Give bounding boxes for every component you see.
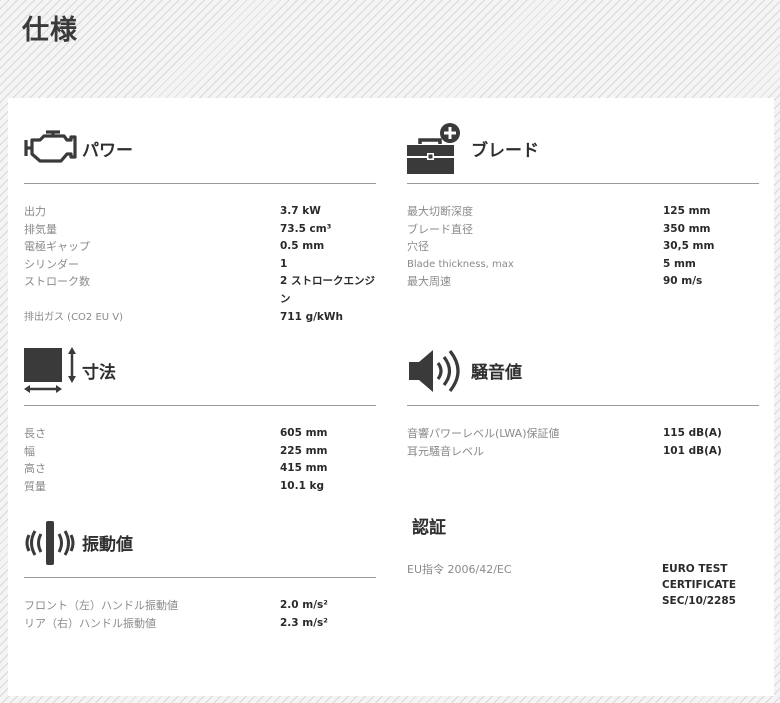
speaker-icon (407, 346, 463, 396)
spec-label: ストローク数 (24, 275, 90, 289)
divider (24, 183, 376, 184)
spec-value: 90 m/s (663, 275, 703, 288)
spec-value: 350 mm (663, 222, 711, 235)
section-blade: ブレード 最大切断深度 125 mm ブレード直径 350 mm 穴径 30,5 mm… (407, 122, 759, 291)
spec-value: 10.1 kg (280, 479, 325, 492)
toolbox-plus-icon (407, 122, 465, 176)
spec-label: リア（右）ハンドル振動値 (24, 616, 156, 630)
spec-label: 排出ガス (CO2 EU V) (24, 311, 124, 323)
spec-value: 225 mm (280, 444, 328, 457)
spec-label: 排気量 (24, 222, 57, 236)
section-header: 振動値 (24, 520, 376, 572)
spec-row: 質量 10.1 kg (24, 478, 376, 496)
spec-list: 音響パワーレベル(LWA)保証値 115 dB(A) 耳元騒音レベル 101 dB(… (407, 425, 759, 460)
spec-label: Blade thickness, max (407, 258, 514, 270)
spec-list: 出力 3.7 kW 排気量 73.5 cm³ 電極ギャップ 0.5 mm シリンダー 1… (24, 203, 376, 326)
spec-value: 5 mm (663, 257, 696, 270)
section-title: パワー (82, 141, 133, 161)
spec-value: 2 ストロークエンジン (280, 275, 375, 305)
spec-list: 長さ 605 mm 幅 225 mm 高さ 415 mm 質量 10.1 kg (24, 425, 376, 495)
spec-value: 125 mm (663, 205, 711, 217)
certification-title: 認証 (412, 518, 446, 538)
spec-row: 長さ 605 mm (24, 425, 376, 443)
section-dimensions: 寸法 長さ 605 mm 幅 225 mm 高さ 415 mm 質量 10.1 kg (24, 346, 376, 495)
spec-label: 穴径 (407, 240, 429, 254)
spec-value: 415 mm (280, 462, 328, 475)
page-title: 仕様 (22, 15, 78, 46)
spec-label: 出力 (24, 205, 46, 218)
spec-value: 73.5 cm³ (280, 222, 332, 235)
spec-list: 最大切断深度 125 mm ブレード直径 350 mm 穴径 30,5 mm Blad… (407, 203, 759, 291)
spec-list: フロント（左）ハンドル振動値 2.0 m/s² リア（右）ハンドル振動値 2.3 m… (24, 597, 376, 632)
section-header: ブレード (407, 122, 759, 178)
spec-row: 最大切断深度 125 mm (407, 203, 759, 221)
spec-row: ブレード直径 350 mm (407, 221, 759, 239)
spec-row: 音響パワーレベル(LWA)保証値 115 dB(A) (407, 425, 759, 443)
spec-value: 101 dB(A) (663, 444, 722, 457)
spec-row: リア（右）ハンドル振動値 2.3 m/s² (24, 615, 376, 633)
spec-label: 耳元騒音レベル (407, 444, 484, 458)
section-title: 寸法 (82, 363, 116, 383)
spec-label: 最大周速 (407, 275, 451, 289)
spec-value: 115 dB(A) (663, 427, 722, 439)
spec-label: ブレード直径 (407, 222, 473, 236)
spec-label: シリンダー (24, 257, 79, 271)
dimensions-icon (24, 346, 80, 398)
spec-row: 電極ギャップ 0.5 mm (24, 238, 376, 256)
spec-label: 長さ (24, 427, 46, 440)
spec-row: 排気量 73.5 cm³ (24, 221, 376, 239)
spec-row: 幅 225 mm (24, 443, 376, 461)
spec-label: EU指令 2006/42/EC (407, 563, 512, 576)
spec-label: 音響パワーレベル(LWA)保証値 (407, 427, 560, 440)
vibration-icon (24, 520, 80, 566)
spec-row: シリンダー 1 (24, 256, 376, 274)
spec-row: 耳元騒音レベル 101 dB(A) (407, 443, 759, 461)
spec-value: 3.7 kW (280, 205, 321, 217)
certification-row: EU指令 2006/42/EC EURO TEST CERTIFICATE SE… (407, 561, 742, 609)
section-noise: 騒音値 音響パワーレベル(LWA)保証値 115 dB(A) 耳元騒音レベル 101… (407, 346, 759, 460)
spec-row: ストローク数 2 ストロークエンジン (24, 273, 376, 308)
spec-label: 幅 (24, 444, 35, 458)
section-title: ブレード (471, 141, 539, 161)
spec-value: EURO TEST CERTIFICATE SEC/10/2285 (662, 563, 736, 607)
engine-icon (24, 126, 78, 168)
spec-row: 出力 3.7 kW (24, 203, 376, 221)
spec-value: 2.3 m/s² (280, 616, 328, 629)
divider (407, 183, 759, 184)
spec-value: 711 g/kWh (280, 310, 343, 323)
section-header: 寸法 (24, 346, 376, 400)
spec-label: 最大切断深度 (407, 205, 473, 218)
spec-row: 最大周速 90 m/s (407, 273, 759, 291)
spec-row: 穴径 30,5 mm (407, 238, 759, 256)
divider (24, 405, 376, 406)
spec-value: 1 (280, 257, 288, 270)
section-header: 騒音値 (407, 346, 759, 400)
section-vibration: 振動値 フロント（左）ハンドル振動値 2.0 m/s² リア（右）ハンドル振動値 2… (24, 520, 376, 632)
spec-row: 排出ガス (CO2 EU V) 711 g/kWh (24, 309, 376, 327)
section-header: パワー (24, 126, 376, 178)
spec-value: 30,5 mm (663, 240, 715, 253)
spec-label: 電極ギャップ (24, 240, 90, 254)
section-title: 振動値 (82, 535, 133, 555)
spec-row: 高さ 415 mm (24, 460, 376, 478)
spec-value: 2.0 m/s² (280, 599, 328, 611)
spec-row: Blade thickness, max 5 mm (407, 256, 759, 274)
spec-value: 605 mm (280, 427, 328, 439)
spec-label: 質量 (24, 479, 46, 493)
spec-label: 高さ (24, 462, 46, 476)
section-power: パワー 出力 3.7 kW 排気量 73.5 cm³ 電極ギャップ 0.5 mm シリ… (24, 126, 376, 326)
divider (24, 577, 376, 578)
spec-label: フロント（左）ハンドル振動値 (24, 599, 178, 612)
spec-row: フロント（左）ハンドル振動値 2.0 m/s² (24, 597, 376, 615)
section-title: 騒音値 (471, 363, 522, 383)
divider (407, 405, 759, 406)
spec-value: 0.5 mm (280, 240, 325, 253)
